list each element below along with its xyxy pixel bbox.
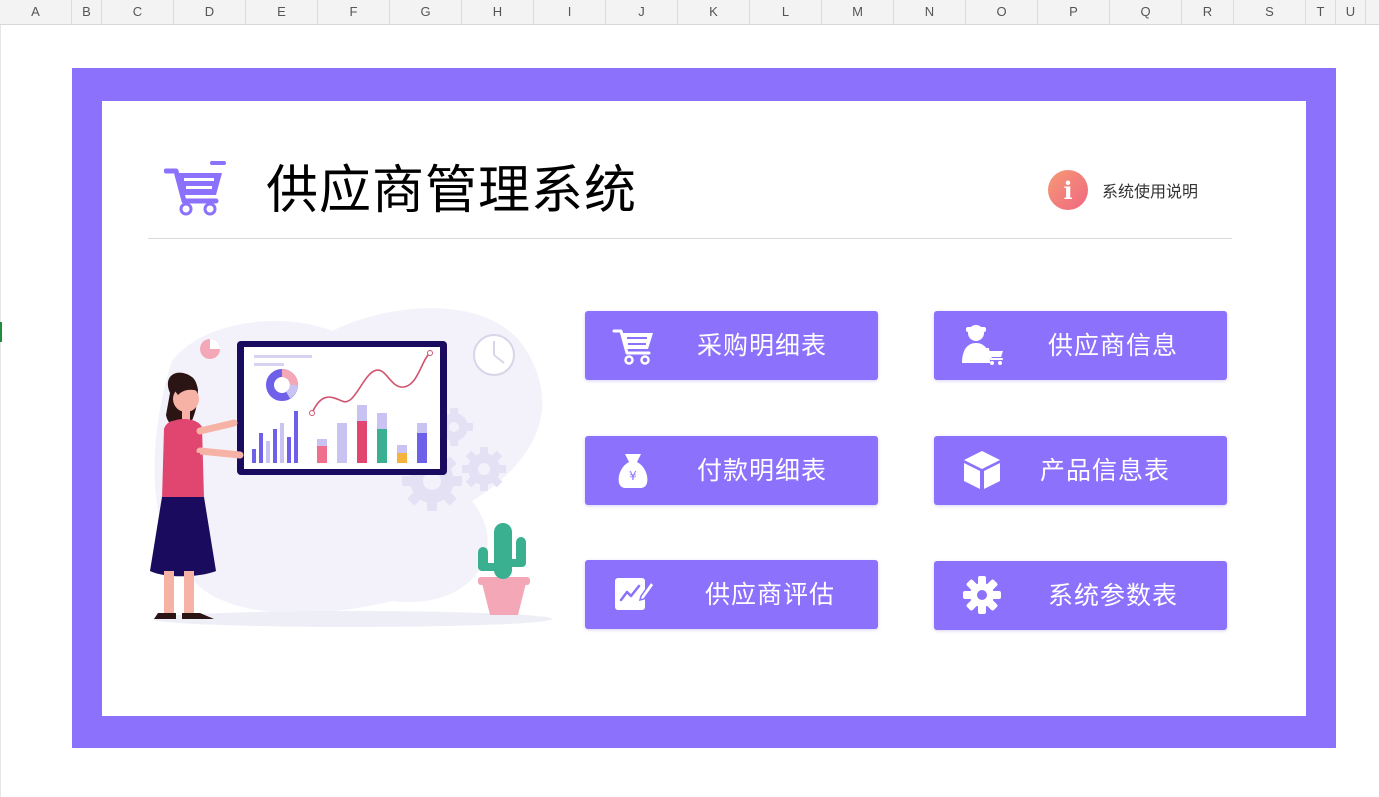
purchase-detail-button[interactable]: 采购明细表	[585, 311, 878, 380]
payment-detail-button[interactable]: ¥ 付款明细表	[585, 436, 878, 505]
column-header-t[interactable]: T	[1306, 0, 1336, 24]
product-info-button[interactable]: 产品信息表	[934, 436, 1227, 505]
column-header-h[interactable]: H	[462, 0, 534, 24]
column-header-c[interactable]: C	[102, 0, 174, 24]
column-header-a[interactable]: A	[0, 0, 72, 24]
supplier-evaluation-button[interactable]: 供应商评估	[585, 560, 878, 629]
column-header-o[interactable]: O	[966, 0, 1038, 24]
help-label[interactable]: 系统使用说明	[1102, 178, 1198, 202]
dashboard-illustration	[150, 308, 552, 627]
column-header-p[interactable]: P	[1038, 0, 1110, 24]
column-header-k[interactable]: K	[678, 0, 750, 24]
column-header-bar: ABCDEFGHIJKLMNOPQRSTU	[0, 0, 1379, 25]
page-title: 供应商管理系统	[266, 161, 638, 221]
product-info-label: 产品信息表	[1040, 456, 1171, 485]
column-header-l[interactable]: L	[750, 0, 822, 24]
supplier-evaluation-label: 供应商评估	[705, 580, 836, 609]
dashboard-frame: 供应商管理系统 i 系统使用说明 采购明细表 供应商信息 ¥ 付款明细表 产品信…	[72, 68, 1336, 748]
column-header-s[interactable]: S	[1234, 0, 1306, 24]
column-header-e[interactable]: E	[246, 0, 318, 24]
column-header-f[interactable]: F	[318, 0, 390, 24]
info-icon[interactable]: i	[1048, 170, 1088, 210]
system-params-label: 系统参数表	[1048, 581, 1179, 610]
system-params-button[interactable]: 系统参数表	[934, 561, 1227, 630]
column-header-q[interactable]: Q	[1110, 0, 1182, 24]
purchase-detail-label: 采购明细表	[697, 331, 828, 360]
row-gutter	[0, 25, 1, 797]
column-header-b[interactable]: B	[72, 0, 102, 24]
supplier-info-button[interactable]: 供应商信息	[934, 311, 1227, 380]
mini-pie-decoration	[200, 339, 220, 359]
header-divider	[148, 238, 1232, 239]
column-header-n[interactable]: N	[894, 0, 966, 24]
column-header-j[interactable]: J	[606, 0, 678, 24]
column-header-u[interactable]: U	[1336, 0, 1366, 24]
payment-detail-label: 付款明细表	[697, 456, 828, 485]
supplier-info-label: 供应商信息	[1048, 331, 1179, 360]
column-header-i[interactable]: I	[534, 0, 606, 24]
column-header-m[interactable]: M	[822, 0, 894, 24]
column-header-r[interactable]: R	[1182, 0, 1234, 24]
help-link[interactable]: i 系统使用说明	[1048, 170, 1198, 210]
clock-decoration	[473, 334, 515, 376]
cart-logo-icon	[164, 161, 226, 216]
dashboard-panel: 供应商管理系统 i 系统使用说明 采购明细表 供应商信息 ¥ 付款明细表 产品信…	[102, 101, 1306, 716]
active-row-marker	[0, 322, 2, 342]
column-header-d[interactable]: D	[174, 0, 246, 24]
column-header-g[interactable]: G	[390, 0, 462, 24]
